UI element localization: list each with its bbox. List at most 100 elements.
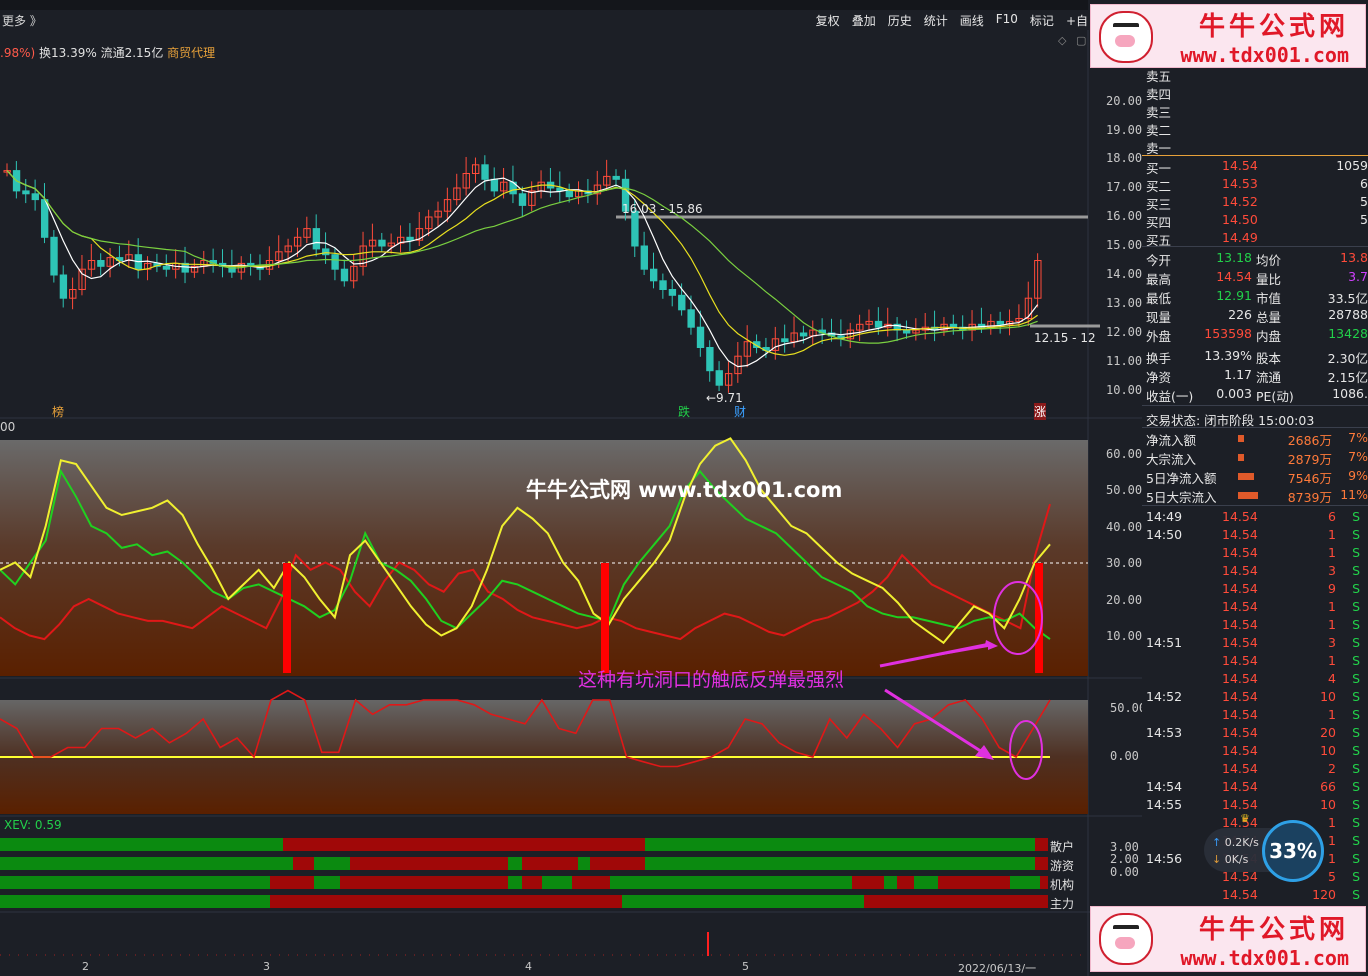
candle-body (631, 210, 639, 247)
tick-time: 14:49 (1146, 509, 1183, 524)
tick-side: S (1352, 797, 1360, 812)
y-tick: 30.00 (1106, 556, 1143, 570)
tick-side: S (1352, 635, 1360, 650)
buy-volume: 6 (1360, 176, 1368, 191)
capital-band (270, 876, 314, 889)
tick-price: 14.54 (1222, 761, 1258, 776)
buy-price: 14.53 (1222, 176, 1258, 191)
tick-price: 14.54 (1222, 887, 1258, 902)
tick-volume: 1 (1328, 653, 1336, 668)
brand-name: 牛牛公式网 (1198, 914, 1349, 945)
tick-time: 14:56 (1146, 851, 1183, 866)
candle-body (481, 164, 489, 180)
quote-value: 13.8 (1340, 250, 1368, 265)
capital-band (938, 876, 1010, 889)
tick-side: S (1352, 851, 1360, 866)
buy-price: 14.49 (1222, 230, 1258, 245)
buy-label: 买二 (1146, 179, 1172, 194)
brand-name: 牛牛公式网 (1198, 11, 1349, 42)
flow-label: 大宗流入 (1146, 452, 1197, 467)
candle-body (518, 193, 527, 206)
quote-value: 2.15亿 (1327, 370, 1368, 385)
flow-value: 2879万 (1287, 452, 1332, 467)
tick-price: 14.54 (1222, 779, 1258, 794)
cpu-usage-badge[interactable]: 33% (1262, 820, 1324, 882)
capital-type-bars (0, 838, 1048, 908)
capital-band (1010, 876, 1040, 889)
quote-label: 外盘 (1146, 329, 1172, 344)
tick-side: S (1352, 689, 1360, 704)
tick-side: S (1352, 833, 1360, 848)
marker-zhang[interactable]: 涨 (1034, 403, 1047, 420)
download-speed: 0K/s (1224, 853, 1249, 866)
tick-side: S (1352, 545, 1360, 560)
candle-body (949, 323, 958, 328)
quote-value: 13.18 (1216, 250, 1252, 265)
level-low-label: 12.15 - 12 (1034, 331, 1096, 345)
quote-label: 最高 (1146, 272, 1172, 287)
capital-band (340, 876, 508, 889)
sell-2: 卖二 (1146, 123, 1172, 138)
tick-time: 14:52 (1146, 689, 1183, 704)
quote-label: PE(动) (1256, 389, 1294, 404)
capital-band (897, 876, 914, 889)
quote-value: 0.003 (1216, 386, 1252, 401)
brand-url: www.tdx001.com (1180, 42, 1349, 67)
y-tick: 50.00 (1110, 701, 1147, 715)
capital-band (508, 857, 522, 870)
buy-volume: 1059 (1336, 158, 1368, 173)
tick-volume: 10 (1320, 689, 1336, 704)
quote-value: 13428 (1328, 326, 1368, 341)
y-tick: 40.00 (1106, 520, 1143, 534)
capital-band (293, 857, 314, 870)
capital-band (0, 876, 270, 889)
quote-value: 28788 (1328, 307, 1368, 322)
capital-band (864, 895, 1048, 908)
tick-price: 14.54 (1222, 797, 1258, 812)
candle-body (668, 289, 677, 296)
tick-time: 14:53 (1146, 725, 1183, 740)
candle-body (715, 370, 723, 386)
capital-band (0, 857, 293, 870)
x-tick: 4 (525, 960, 532, 973)
marker-cai[interactable]: 财 (734, 403, 746, 420)
flow-pct: 11% (1340, 487, 1368, 502)
candle-body (799, 332, 808, 337)
quote-value: 3.7 (1348, 269, 1368, 284)
tick-volume: 1 (1328, 617, 1336, 632)
y-tick: 0.00 (1110, 749, 1139, 763)
buy-price: 14.50 (1222, 212, 1258, 227)
quote-label: 股本 (1256, 351, 1282, 366)
tick-side: S (1352, 653, 1360, 668)
buy-volume: 5 (1360, 194, 1368, 209)
flow-value: 8739万 (1287, 490, 1332, 505)
quote-value: 13.39% (1204, 348, 1252, 363)
marker-bang[interactable]: 榜 (52, 403, 64, 420)
buy-price: 14.54 (1222, 158, 1258, 173)
capital-band (590, 857, 645, 870)
x-tick: 2022/06/13/一 (958, 962, 1037, 975)
y-tick: 2.00 (1110, 852, 1139, 866)
y-tick: 10.00 (1106, 383, 1143, 397)
quote-label: 净资 (1146, 370, 1172, 385)
capital-band (314, 876, 340, 889)
candle-body (22, 190, 30, 195)
tick-side: S (1352, 581, 1360, 596)
annotation-note: 这种有坑洞口的触底反弹最强烈 (578, 669, 845, 691)
quote-label: 总量 (1256, 310, 1282, 325)
tick-price: 14.54 (1222, 617, 1258, 632)
marker-die[interactable]: 跌 (678, 403, 690, 420)
tick-side: S (1352, 779, 1360, 794)
capital-band (578, 857, 590, 870)
flow-bar (1238, 492, 1258, 499)
tick-price: 14.54 (1222, 707, 1258, 722)
capital-band (314, 857, 350, 870)
tick-price: 14.54 (1222, 671, 1258, 686)
tick-side: S (1352, 869, 1360, 884)
tick-volume: 3 (1328, 563, 1336, 578)
y-tick: 12.00 (1106, 325, 1143, 339)
quote-label: 今开 (1146, 253, 1172, 268)
capital-band (610, 876, 852, 889)
buy-price: 14.52 (1222, 194, 1258, 209)
candle-body (340, 268, 349, 282)
